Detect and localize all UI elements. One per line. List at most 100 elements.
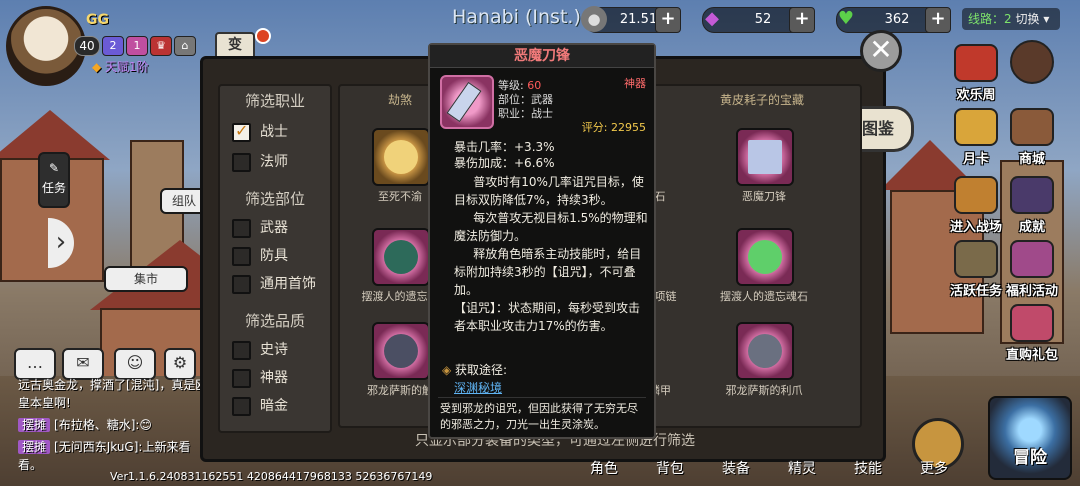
vip-badge-icon[interactable]: 1	[126, 36, 148, 56]
add-stamina-button[interactable]: +	[925, 7, 951, 33]
stamina-resource: ♥ 362 +	[836, 7, 951, 33]
tooltip-score: 评分: 22955	[581, 121, 646, 134]
menu-shop[interactable]: 商城	[1000, 108, 1064, 167]
item-slot[interactable]	[372, 128, 430, 186]
relic-icon	[384, 140, 418, 174]
chat-line: 摆摊 [布拉格、糖水]:😊	[18, 416, 208, 434]
task-button[interactable]: ✎ 任务	[38, 152, 70, 208]
class-filter-title: 筛选职业	[244, 92, 305, 110]
part-filter-title: 筛选部位	[244, 190, 305, 208]
tooltip-divider	[438, 397, 646, 398]
filter-part-weapon[interactable]: 武器	[232, 218, 288, 238]
tooltip-stats: 暴击几率：+3.3% 暴伤加成：+6.6%	[454, 139, 555, 171]
gem-resource: ◆ 52 +	[702, 7, 815, 33]
crossed-swords-icon	[1010, 40, 1054, 84]
menu-battlefield[interactable]: 进入战场	[944, 176, 1008, 235]
nav-pet[interactable]: 精灵	[788, 458, 816, 478]
soul-stone-icon	[748, 240, 782, 274]
nav-equipment[interactable]: 装备	[722, 458, 750, 478]
present-icon	[1010, 240, 1054, 278]
effect-curse-definition: 【诅咒】：状态期间，每秒受到攻击者本职业攻击力17%的伤害。	[454, 301, 641, 333]
talent-label[interactable]: 天赋1阶	[92, 58, 149, 75]
filter-part-armor[interactable]: 防具	[232, 246, 288, 266]
checkbox-icon[interactable]	[232, 368, 251, 388]
player-level: 40	[74, 36, 100, 56]
ring-icon	[384, 240, 418, 274]
tooltip-title: 恶魔刀锋	[430, 45, 654, 68]
chat-line: 远古奥金龙，撑酒了[混沌]，真是欧皇本皇啊!	[18, 378, 208, 410]
nav-more[interactable]: 更多	[920, 458, 948, 478]
add-gold-button[interactable]: +	[655, 7, 681, 33]
trophy-icon	[1010, 176, 1054, 214]
stat-crit-damage: 暴伤加成：+6.6%	[454, 156, 555, 170]
gift-box-icon	[954, 44, 998, 82]
checkbox-icon[interactable]	[232, 218, 251, 238]
checkbox-icon[interactable]	[232, 340, 251, 360]
close-icon[interactable]: ✕	[860, 30, 902, 72]
nav-character[interactable]: 角色	[590, 458, 618, 478]
filter-part-accessory[interactable]: 通用首饰	[232, 274, 316, 294]
chat-tag: 摆摊	[18, 440, 51, 454]
chat-panel[interactable]: 远古奥金龙，撑酒了[混沌]，真是欧皇本皇啊! 摆摊 [布拉格、糖水]:😊 摆摊 [无…	[18, 376, 208, 474]
stat-crit-rate: 暴击几率：+3.3%	[454, 140, 555, 154]
source-label: 获取途径:	[442, 361, 507, 378]
nav-skill[interactable]: 技能	[854, 458, 882, 478]
nav-bag[interactable]: 背包	[656, 458, 684, 478]
menu-monthly-card[interactable]: 月卡	[944, 108, 1008, 167]
effect-curse-chance: 普攻时有10%几率诅咒目标，使目标双防降低7%，持续3秒。	[454, 175, 644, 207]
menu-welfare[interactable]: 福利活动	[1000, 240, 1064, 299]
tooltip-rarity: 神器	[624, 77, 646, 90]
menu-direct-gift[interactable]: 直购礼包	[1000, 304, 1064, 363]
filter-quality-artifact[interactable]: 神器	[232, 368, 288, 388]
gold-resource: ● 21.51万 +	[581, 6, 681, 33]
task-label: 任务	[41, 181, 66, 195]
checkbox-icon[interactable]	[232, 274, 251, 294]
item-label: 恶魔刀锋	[742, 190, 786, 203]
filter-panel: 筛选职业 战士 法师 筛选部位 武器 防具 通用首饰 筛选品质 史诗 神器 暗金	[218, 84, 332, 433]
checkbox-icon[interactable]	[232, 246, 251, 266]
item-tooltip: 恶魔刀锋 等级: 60 部位：武器 职业：战士 神器 评分: 22955 暴击几…	[428, 43, 656, 439]
menu-achievement[interactable]: 成就	[1000, 176, 1064, 235]
checkbox-icon[interactable]	[232, 396, 251, 416]
home-icon[interactable]: ⌂	[174, 36, 196, 56]
effect-dark-skill-curse: 释放角色暗系主动技能时，给目标附加持续3秒的【诅咒】，不可叠加。	[454, 247, 642, 297]
add-gem-button[interactable]: +	[789, 7, 815, 33]
task-icon: ✎	[48, 161, 60, 175]
effect-ignore-defense: 每次普攻无视目标1.5%的物理和魔法防御力。	[454, 211, 648, 243]
filter-class-mage[interactable]: 法师	[232, 152, 288, 172]
market-button[interactable]: 集市	[104, 266, 188, 292]
item-slot[interactable]	[372, 228, 430, 286]
menu-more-circle[interactable]	[1000, 40, 1064, 86]
menu-happy-week[interactable]: 欢乐周	[944, 44, 1008, 103]
version-text: Ver1.1.6.240831162551 420864417968133 52…	[110, 470, 433, 483]
rank-badge-icon[interactable]: 2	[102, 36, 124, 56]
item-slot[interactable]	[736, 228, 794, 286]
item-slot[interactable]	[736, 128, 794, 186]
battle-icon	[954, 176, 998, 214]
helmet-icon	[384, 334, 418, 368]
filter-quality-epic[interactable]: 史诗	[232, 340, 288, 360]
item-slot[interactable]	[372, 322, 430, 380]
checkbox-icon[interactable]	[232, 121, 251, 142]
quality-filter-title: 筛选品质	[244, 312, 305, 330]
source-link[interactable]: 深渊秘境	[454, 379, 502, 396]
gift-pack-icon	[1010, 304, 1054, 342]
diamond-icon: ◆	[705, 8, 719, 29]
server-title: Hanabi (Inst.)	[452, 6, 581, 28]
shop-icon	[1010, 108, 1054, 146]
item-slot[interactable]	[736, 322, 794, 380]
checkbox-icon[interactable]	[232, 152, 251, 172]
item-label: 摆渡人的遗忘魂石	[720, 290, 808, 303]
server-line-switch[interactable]: 线路：2 切换 ▾	[962, 8, 1060, 30]
filter-class-warrior[interactable]: 战士	[232, 121, 288, 142]
chevron-down-icon: ▾	[1043, 12, 1050, 26]
coin-icon: ●	[581, 6, 607, 32]
line-label: 线路：	[968, 12, 1005, 26]
crown-icon[interactable]: ♛	[150, 36, 172, 56]
adventure-button[interactable]: 冒险	[988, 396, 1072, 480]
menu-active-tasks[interactable]: 活跃任务	[944, 240, 1008, 299]
filter-quality-dark-gold[interactable]: 暗金	[232, 396, 288, 416]
switch-label: 切换	[1015, 12, 1040, 26]
chat-line: 摆摊 [无问西东JkuG]:上新来看看。	[18, 440, 191, 472]
item-label: 邪龙萨斯的利爪	[725, 384, 803, 397]
